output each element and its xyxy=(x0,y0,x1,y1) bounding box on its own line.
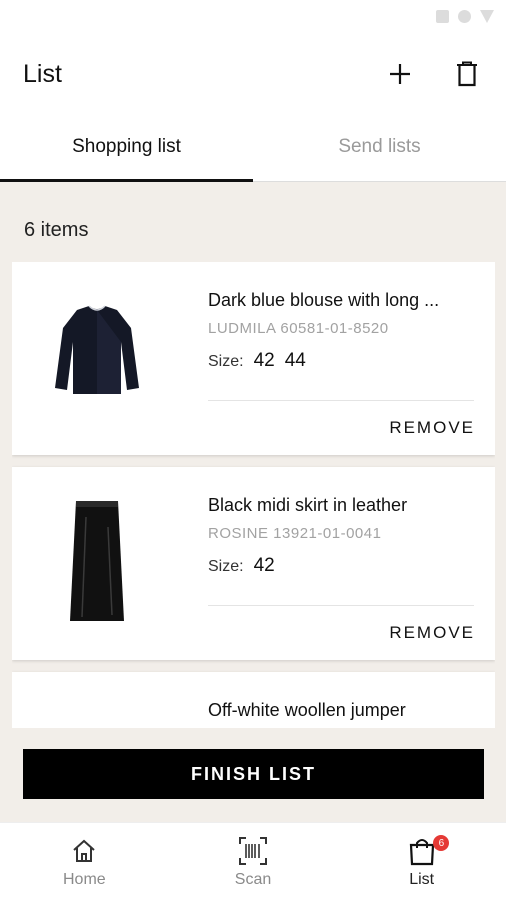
app-bar: List xyxy=(0,36,506,112)
nav-label: Home xyxy=(62,870,106,888)
barcode-icon xyxy=(239,836,267,865)
divider xyxy=(208,400,474,401)
bottom-nav: Home Scan 6 List xyxy=(0,822,506,900)
delete-button[interactable] xyxy=(452,58,482,90)
product-sizes: Size: 42 xyxy=(208,555,275,577)
add-button[interactable] xyxy=(384,58,416,90)
product-code: ROSINE 13921-01-0041 xyxy=(208,525,382,542)
shopping-bag-icon xyxy=(409,838,434,865)
finish-list-button[interactable]: FINISH LIST xyxy=(23,749,484,799)
nav-label: Scan xyxy=(234,870,272,888)
list-item[interactable]: Black midi skirt in leather ROSINE 13921… xyxy=(12,467,495,660)
home-icon xyxy=(73,839,95,862)
skirt-image xyxy=(42,487,152,637)
items-count: 6 items xyxy=(24,219,89,241)
status-bar xyxy=(0,0,506,36)
nav-list[interactable]: 6 List xyxy=(337,823,506,900)
size-value: 44 xyxy=(284,350,306,371)
divider xyxy=(208,605,474,606)
nav-label: List xyxy=(409,870,435,888)
remove-button[interactable]: REMOVE xyxy=(389,623,475,643)
remove-button[interactable]: REMOVE xyxy=(389,418,475,438)
product-name: Off-white woollen jumper xyxy=(208,700,406,720)
size-label: Size: xyxy=(208,353,244,370)
product-name: Dark blue blouse with long ... xyxy=(208,290,440,310)
nav-scan[interactable]: Scan xyxy=(169,823,338,900)
shopping-list[interactable]: Dark blue blouse with long ... LUDMILA 6… xyxy=(12,262,495,728)
cart-count-badge: 6 xyxy=(433,835,450,851)
tab-shopping-list[interactable]: Shopping list xyxy=(0,112,253,182)
product-code: LUDMILA 60581-01-8520 xyxy=(208,320,389,337)
blouse-image xyxy=(42,282,152,432)
tab-send-lists[interactable]: Send lists xyxy=(253,112,506,181)
page-title: List xyxy=(23,60,62,88)
size-value: 42 xyxy=(253,555,275,576)
product-sizes: Size: 42 44 xyxy=(208,350,306,372)
home-system-icon xyxy=(458,10,471,23)
recents-icon xyxy=(436,10,449,23)
plus-icon xyxy=(390,64,410,84)
nav-home[interactable]: Home xyxy=(0,823,169,900)
trash-icon xyxy=(457,61,477,87)
status-icons xyxy=(436,10,494,23)
tab-bar: Shopping list Send lists xyxy=(0,112,506,182)
list-item[interactable]: Dark blue blouse with long ... LUDMILA 6… xyxy=(12,262,495,455)
list-item[interactable]: Off-white woollen jumper xyxy=(12,672,495,728)
jumper-image xyxy=(42,692,152,728)
size-label: Size: xyxy=(208,558,244,575)
size-value: 42 xyxy=(253,350,275,371)
product-name: Black midi skirt in leather xyxy=(208,495,408,515)
back-system-icon xyxy=(480,10,494,23)
